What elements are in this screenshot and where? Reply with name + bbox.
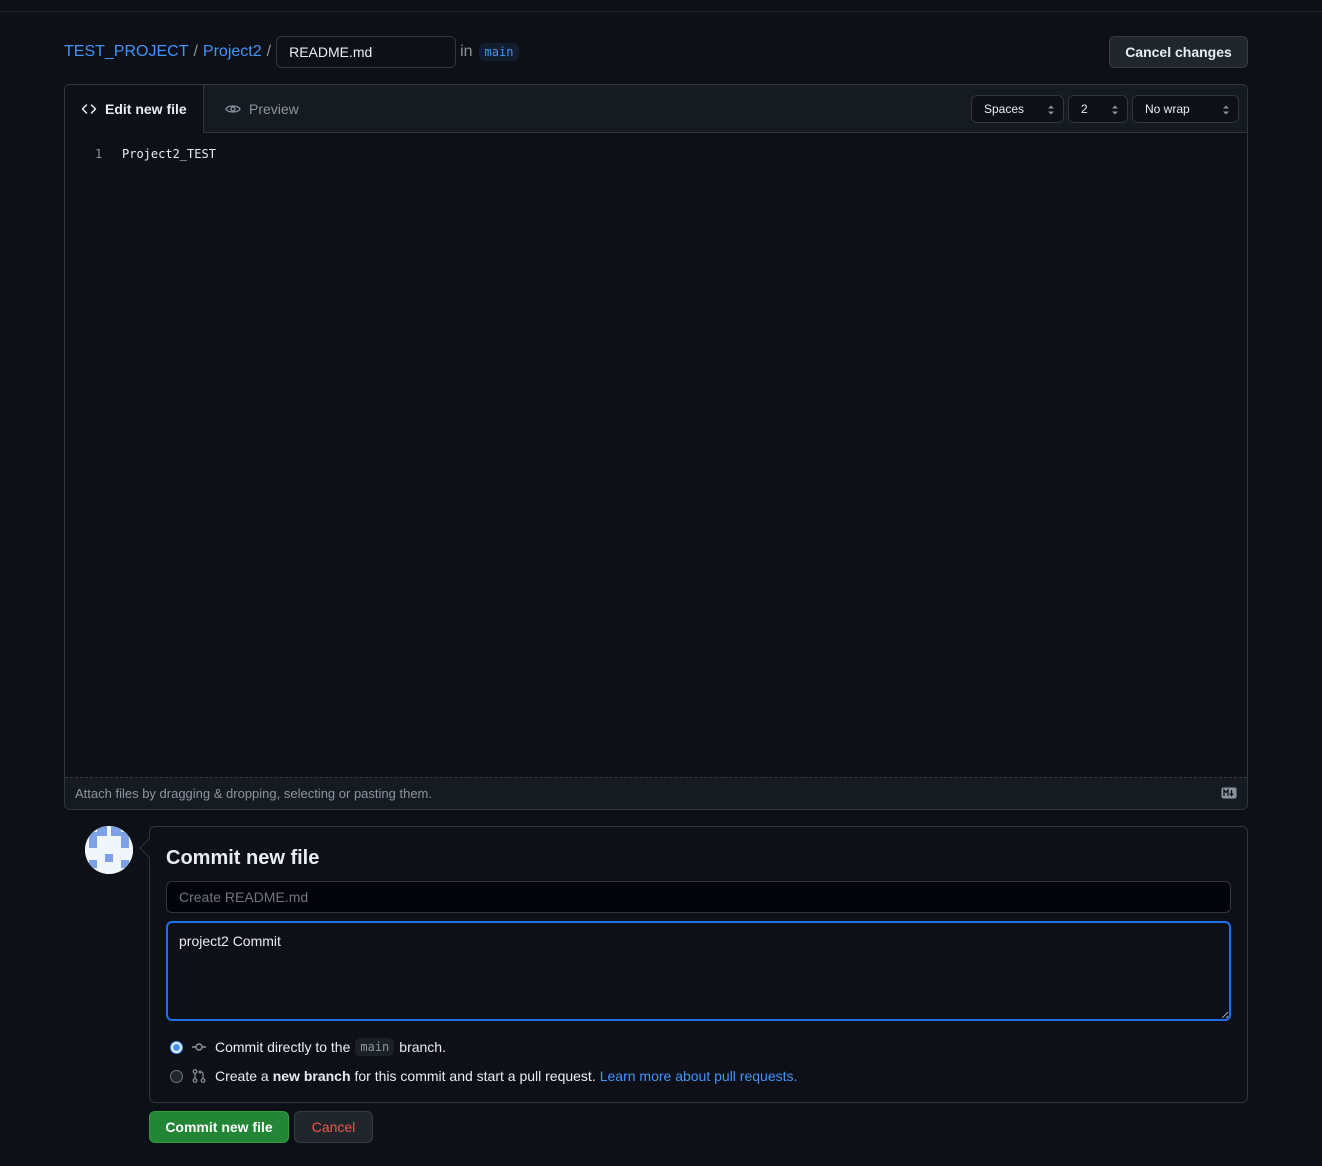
in-label: in: [460, 43, 473, 60]
new-branch-radio[interactable]: [170, 1069, 183, 1083]
new-branch-prefix: Create a: [215, 1068, 269, 1084]
file-editor: Edit new file Preview Spaces 2 No wrap 1…: [64, 84, 1248, 810]
tab-label: Preview: [249, 101, 299, 117]
code-icon: [81, 101, 97, 117]
new-branch-suffix: for this commit and start a pull request…: [354, 1068, 596, 1084]
breadcrumb-separator: /: [193, 43, 198, 60]
branch-badge: main: [478, 43, 520, 61]
avatar: [85, 826, 133, 874]
new-branch-bold: new branch: [272, 1068, 351, 1084]
select-arrows-icon: [1112, 105, 1118, 115]
code-line[interactable]: Project2_TEST: [122, 147, 216, 161]
eye-icon: [225, 101, 241, 117]
indent-size-value: 2: [1081, 102, 1088, 116]
line-number: 1: [95, 147, 103, 161]
markdown-icon: [1221, 787, 1237, 799]
cancel-button[interactable]: Cancel: [294, 1111, 373, 1143]
commit-direct-suffix: branch.: [399, 1039, 446, 1055]
commit-new-file-button[interactable]: Commit new file: [149, 1111, 289, 1143]
breadcrumb-separator: /: [266, 43, 272, 60]
select-arrows-icon: [1223, 105, 1229, 115]
commit-direct-option[interactable]: Commit directly to the main branch.: [170, 1037, 446, 1057]
commit-form: Commit new file project2 Commit Commit d…: [139, 826, 1248, 1103]
new-branch-option[interactable]: Create a new branch for this commit and …: [170, 1066, 797, 1086]
indent-size-select[interactable]: 2: [1068, 95, 1128, 123]
git-commit-icon: [191, 1039, 207, 1055]
breadcrumb-repo-link[interactable]: Project2: [203, 43, 262, 61]
cancel-changes-button[interactable]: Cancel changes: [1109, 36, 1248, 68]
tab-edit-new-file[interactable]: Edit new file: [65, 85, 204, 133]
wrap-mode-value: No wrap: [1145, 102, 1190, 116]
wrap-mode-select[interactable]: No wrap: [1132, 95, 1239, 123]
indent-mode-select[interactable]: Spaces: [971, 95, 1064, 123]
breadcrumb-owner-link[interactable]: TEST_PROJECT: [64, 43, 188, 61]
code-area[interactable]: 1 Project2_TEST: [65, 133, 1247, 778]
speech-caret: [139, 838, 159, 858]
attach-files-text: Attach files by dragging & dropping, sel…: [75, 786, 432, 801]
tab-preview[interactable]: Preview: [209, 85, 315, 133]
commit-summary-input[interactable]: [166, 881, 1231, 913]
tab-label: Edit new file: [105, 101, 187, 117]
breadcrumb: TEST_PROJECT / Project2 / in main: [64, 36, 520, 68]
filename-input[interactable]: [276, 36, 457, 68]
editor-toolbar: Edit new file Preview Spaces 2 No wrap: [65, 85, 1247, 133]
learn-more-pull-requests-link[interactable]: Learn more about pull requests.: [600, 1068, 798, 1084]
commit-description-textarea[interactable]: project2 Commit: [166, 921, 1231, 1021]
branch-code: main: [355, 1038, 395, 1056]
attach-files-bar[interactable]: Attach files by dragging & dropping, sel…: [65, 777, 1247, 809]
commit-direct-radio[interactable]: [170, 1040, 183, 1054]
top-divider: [0, 11, 1322, 12]
select-arrows-icon: [1048, 105, 1054, 115]
indent-mode-value: Spaces: [984, 102, 1025, 116]
commit-direct-prefix: Commit directly to the: [215, 1039, 351, 1055]
git-pull-request-icon: [191, 1068, 207, 1084]
commit-title: Commit new file: [166, 847, 320, 869]
